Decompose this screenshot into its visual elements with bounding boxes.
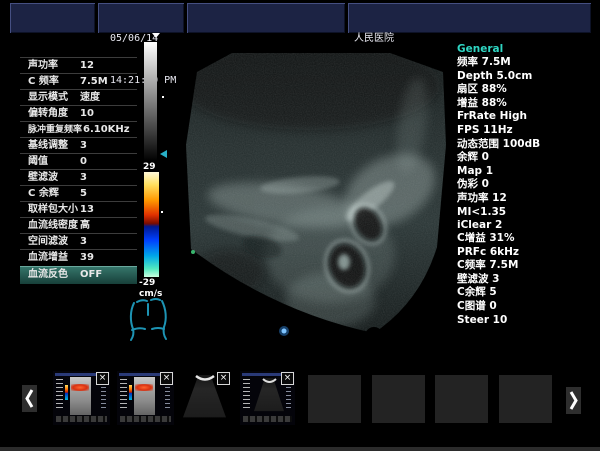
chevron-left-icon: [22, 385, 37, 412]
thumb-left-text: [120, 379, 127, 409]
menu-item-steer-angle[interactable]: 偏转角度10: [20, 105, 137, 122]
thumb-doppler-flow: [135, 384, 153, 391]
menu-item-c-frequency[interactable]: C 频率7.5M: [20, 73, 137, 90]
thumb-colorbar: [65, 385, 68, 400]
empty-clip-slot-1: [308, 375, 361, 423]
ultrasound-image[interactable]: [175, 40, 460, 345]
clip-thumbnail-3[interactable]: ×: [178, 371, 231, 425]
body-marker-icon: [124, 297, 172, 343]
image-parameters-panel: General 频率 7.5M Depth 5.0cm 扇区 88% 增益 88…: [457, 42, 597, 233]
menu-item-wall-filter[interactable]: 壁滤波3: [20, 169, 137, 186]
topbar-datetime-panel: 05/06/14 14:21:00 PM: [98, 3, 184, 33]
menu-item-prf[interactable]: 脉冲重复频率6.10KHz: [20, 121, 137, 138]
close-icon[interactable]: ×: [160, 372, 173, 385]
scale-cursor-icon: [160, 150, 167, 158]
param-frrate: FrRate High: [457, 110, 597, 124]
close-icon[interactable]: ×: [281, 372, 294, 385]
menu-item-baseline[interactable]: 基线调整3: [20, 137, 137, 154]
param-c-gain: C增益 31%: [457, 232, 597, 246]
param-prfc: PRFc 6kHz: [457, 246, 597, 260]
edge-marker-dot: [191, 250, 195, 254]
baseline-marker-dot: [161, 211, 163, 213]
menu-item-flow-invert-active[interactable]: 血流反色OFF: [20, 266, 137, 284]
param-c-map: C图谱 0: [457, 300, 597, 314]
clipboard-next-button[interactable]: [566, 387, 581, 414]
param-frequency: 频率 7.5M: [457, 56, 597, 70]
clip-thumbnail-1[interactable]: ×: [53, 371, 110, 425]
color-parameters-panel: C增益 31% PRFc 6kHz C频率 7.5M 壁滤波 3 C余辉 5 C…: [457, 232, 597, 327]
thumb-left-text: [56, 379, 63, 409]
thumb-bmode-area: [134, 377, 155, 415]
thumb-colorbar: [129, 385, 132, 400]
bottom-divider-bar: [0, 447, 600, 451]
thumb-nearfield-arc: [195, 374, 215, 383]
menu-item-display-mode[interactable]: 显示模式速度: [20, 89, 137, 106]
preset-heading: General: [457, 42, 597, 56]
menu-item-line-density[interactable]: 血流线密度高: [20, 217, 137, 234]
param-steer: Steer 10: [457, 314, 597, 328]
param-map: Map 1: [457, 165, 597, 179]
thumb-mini-strip: [56, 416, 107, 422]
thumb-mini-strip: [120, 416, 171, 422]
color-doppler-bar: [144, 172, 159, 277]
param-sector: 扇区 88%: [457, 83, 597, 97]
param-c-persistence: C余辉 5: [457, 286, 597, 300]
menu-item-threshold[interactable]: 阈值0: [20, 153, 137, 170]
param-persistence: 余辉 0: [457, 151, 597, 165]
close-icon[interactable]: ×: [217, 372, 230, 385]
param-dynamic-range: 动态范围 100dB: [457, 138, 597, 152]
empty-clip-slot-2: [372, 375, 425, 423]
clip-thumbnail-2[interactable]: ×: [117, 371, 174, 425]
chevron-right-icon: [566, 387, 581, 414]
param-c-frequency: C频率 7.5M: [457, 259, 597, 273]
focus-dot: [282, 329, 287, 334]
menu-item-packet-size[interactable]: 取样包大小13: [20, 201, 137, 218]
param-mi: MI<1.35: [457, 206, 597, 220]
thumb-doppler-flow: [71, 384, 89, 391]
probe-notch: [365, 327, 383, 345]
param-fps: FPS 11Hz: [457, 124, 597, 138]
depth-marker-dot: [162, 96, 164, 98]
close-icon[interactable]: ×: [96, 372, 109, 385]
velocity-max-label: 29: [143, 162, 156, 172]
empty-clip-slot-3: [435, 375, 488, 423]
param-acoustic-power: 声功率 12: [457, 192, 597, 206]
velocity-min-label: -29: [139, 278, 155, 288]
thumb-mini-strip: [243, 416, 292, 422]
grayscale-bar: [144, 42, 157, 161]
thumb-bmode-area: [70, 377, 91, 415]
param-gain: 增益 88%: [457, 97, 597, 111]
menu-item-spatial-filter[interactable]: 空间滤波3: [20, 233, 137, 250]
topbar-logo-panel: [10, 3, 95, 33]
clipboard-prev-button[interactable]: [22, 385, 37, 412]
param-depth: Depth 5.0cm: [457, 70, 597, 84]
thumb-left-text: [243, 379, 250, 409]
empty-clip-slot-4: [499, 375, 552, 423]
ultrasound-system-screen: 05/06/14 14:21:00 PM 人民医院 L14-5/38 声功率12…: [0, 0, 600, 451]
topbar-hospital-panel: 人民医院 L14-5/38: [348, 3, 591, 33]
param-tint: 伪彩 0: [457, 178, 597, 192]
topbar-patient-panel: [187, 3, 345, 33]
menu-item-c-persistence[interactable]: C 余辉5: [20, 185, 137, 202]
menu-item-color-gain[interactable]: 血流增益39: [20, 249, 137, 266]
thumb-nearfield-arc: [262, 377, 277, 385]
param-wall-filter: 壁滤波 3: [457, 273, 597, 287]
menu-item-acoustic-power[interactable]: 声功率12: [20, 57, 137, 74]
clip-thumbnail-4[interactable]: ×: [240, 371, 295, 425]
param-iclear: iClear 2: [457, 219, 597, 233]
grayscale-marker-icon: [152, 33, 160, 38]
